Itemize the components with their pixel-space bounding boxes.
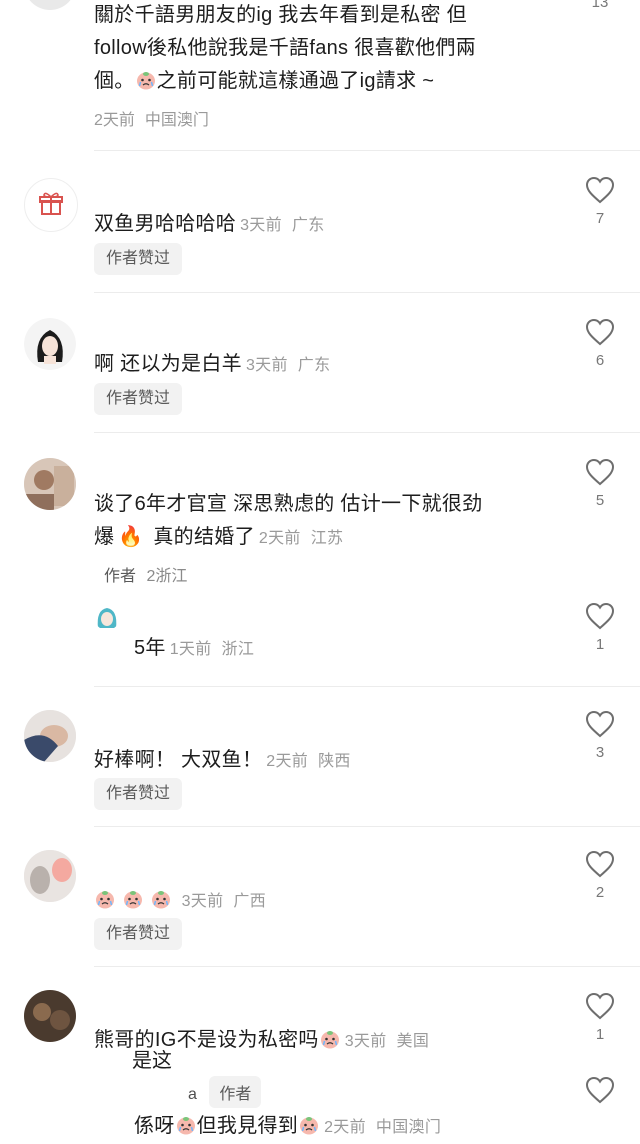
crying-face-icon	[136, 72, 155, 90]
like-button[interactable]: 1	[584, 602, 616, 653]
heart-icon	[585, 1076, 615, 1104]
like-button[interactable]: 1	[584, 992, 616, 1043]
like-button[interactable]: 7	[584, 176, 616, 227]
avatar-image	[97, 608, 117, 628]
crying-face-icon	[176, 1117, 195, 1135]
crying-face-icon	[320, 1031, 339, 1049]
author-liked-badge: 作者赞过	[94, 243, 183, 275]
avatar-image	[24, 318, 76, 370]
heart-icon	[585, 318, 615, 346]
comment-text: 3天前 广西	[94, 884, 564, 918]
comment-text: 双鱼男哈哈哈哈 3天前 广东	[94, 213, 325, 235]
like-button[interactable]: 2	[584, 850, 616, 901]
comment-meta: 2天前 陕西	[266, 753, 351, 770]
heart-icon	[585, 176, 615, 204]
author-liked-badge: 作者赞过	[94, 383, 183, 415]
comment-meta: 2天前 中国澳门	[324, 1119, 442, 1136]
like-button[interactable]: 6	[584, 318, 616, 369]
comment-text: 好棒啊！ 大双鱼！ 2天前 陕西	[94, 749, 351, 771]
avatar-image	[24, 990, 76, 1042]
heart-icon	[585, 710, 615, 738]
divider	[94, 432, 640, 433]
heart-icon	[585, 602, 615, 630]
comment-meta: 2天前 中国澳门	[94, 112, 209, 129]
divider	[94, 292, 640, 293]
avatar[interactable]	[24, 850, 76, 902]
gift-icon	[39, 192, 63, 215]
heart-icon	[585, 458, 615, 486]
comment-meta: 3天前 美国	[344, 1033, 430, 1050]
heart-icon	[585, 850, 615, 878]
crying-face-icon	[300, 1117, 319, 1135]
fire-icon: 🔥	[118, 526, 144, 548]
comment-meta: 1天前 浙江	[169, 641, 255, 658]
like-button[interactable]: 13	[584, 0, 616, 11]
avatar[interactable]	[24, 710, 76, 762]
overlay-text: 是这	[132, 1050, 172, 1072]
like-count: 13	[591, 0, 609, 11]
avatar-image	[24, 850, 76, 902]
like-count: 3	[595, 744, 605, 761]
comment-text: 5年 1天前 浙江	[134, 637, 255, 659]
avatar[interactable]	[24, 990, 76, 1042]
comment-meta: 3天前 广西	[181, 893, 266, 910]
divider	[94, 826, 640, 827]
avatar[interactable]	[24, 0, 76, 10]
like-count: 6	[595, 352, 605, 369]
crying-face-icon	[96, 891, 114, 909]
like-count: 5	[595, 492, 605, 509]
partial-badge: 作者 2浙江	[104, 568, 188, 585]
avatar-image	[24, 710, 76, 762]
comment-meta: 3天前 广东	[245, 357, 331, 374]
divider	[94, 966, 640, 967]
crying-face-icon	[151, 891, 170, 909]
like-button[interactable]: 5	[584, 458, 616, 509]
like-count: 2	[595, 884, 605, 901]
avatar[interactable]	[24, 318, 76, 370]
comment-text: 谈了6年才官宣 深思熟虑的 估计一下就很劲 爆 🔥 真的结婚了 2天前 江苏	[94, 493, 483, 548]
avatar-image	[24, 458, 76, 510]
like-count: 1	[595, 636, 605, 653]
like-count: 1	[595, 1026, 605, 1043]
heart-icon	[585, 992, 615, 1020]
crying-face-icon	[123, 891, 142, 909]
reply-header: a 作者	[188, 1076, 262, 1108]
comment-meta: 3天前 广东	[240, 217, 325, 234]
like-button[interactable]	[584, 1076, 616, 1104]
author-tag: 作者	[209, 1076, 262, 1108]
comment-text: 關於千語男朋友的ig 我去年看到是私密 但 follow後私他說我是千語fans…	[94, 4, 476, 92]
like-button[interactable]: 3	[584, 710, 616, 761]
avatar[interactable]	[24, 178, 78, 232]
divider	[94, 150, 640, 151]
author-liked-badge: 作者赞过	[94, 918, 183, 950]
avatar[interactable]	[24, 458, 76, 510]
comment-meta: 2天前 江苏	[258, 530, 344, 547]
author-liked-badge: 作者赞过	[94, 778, 183, 810]
divider	[94, 686, 640, 687]
avatar[interactable]	[94, 604, 120, 630]
like-count: 7	[595, 210, 605, 227]
comment-text: 啊 还以为是白羊 3天前 广东	[94, 353, 331, 375]
